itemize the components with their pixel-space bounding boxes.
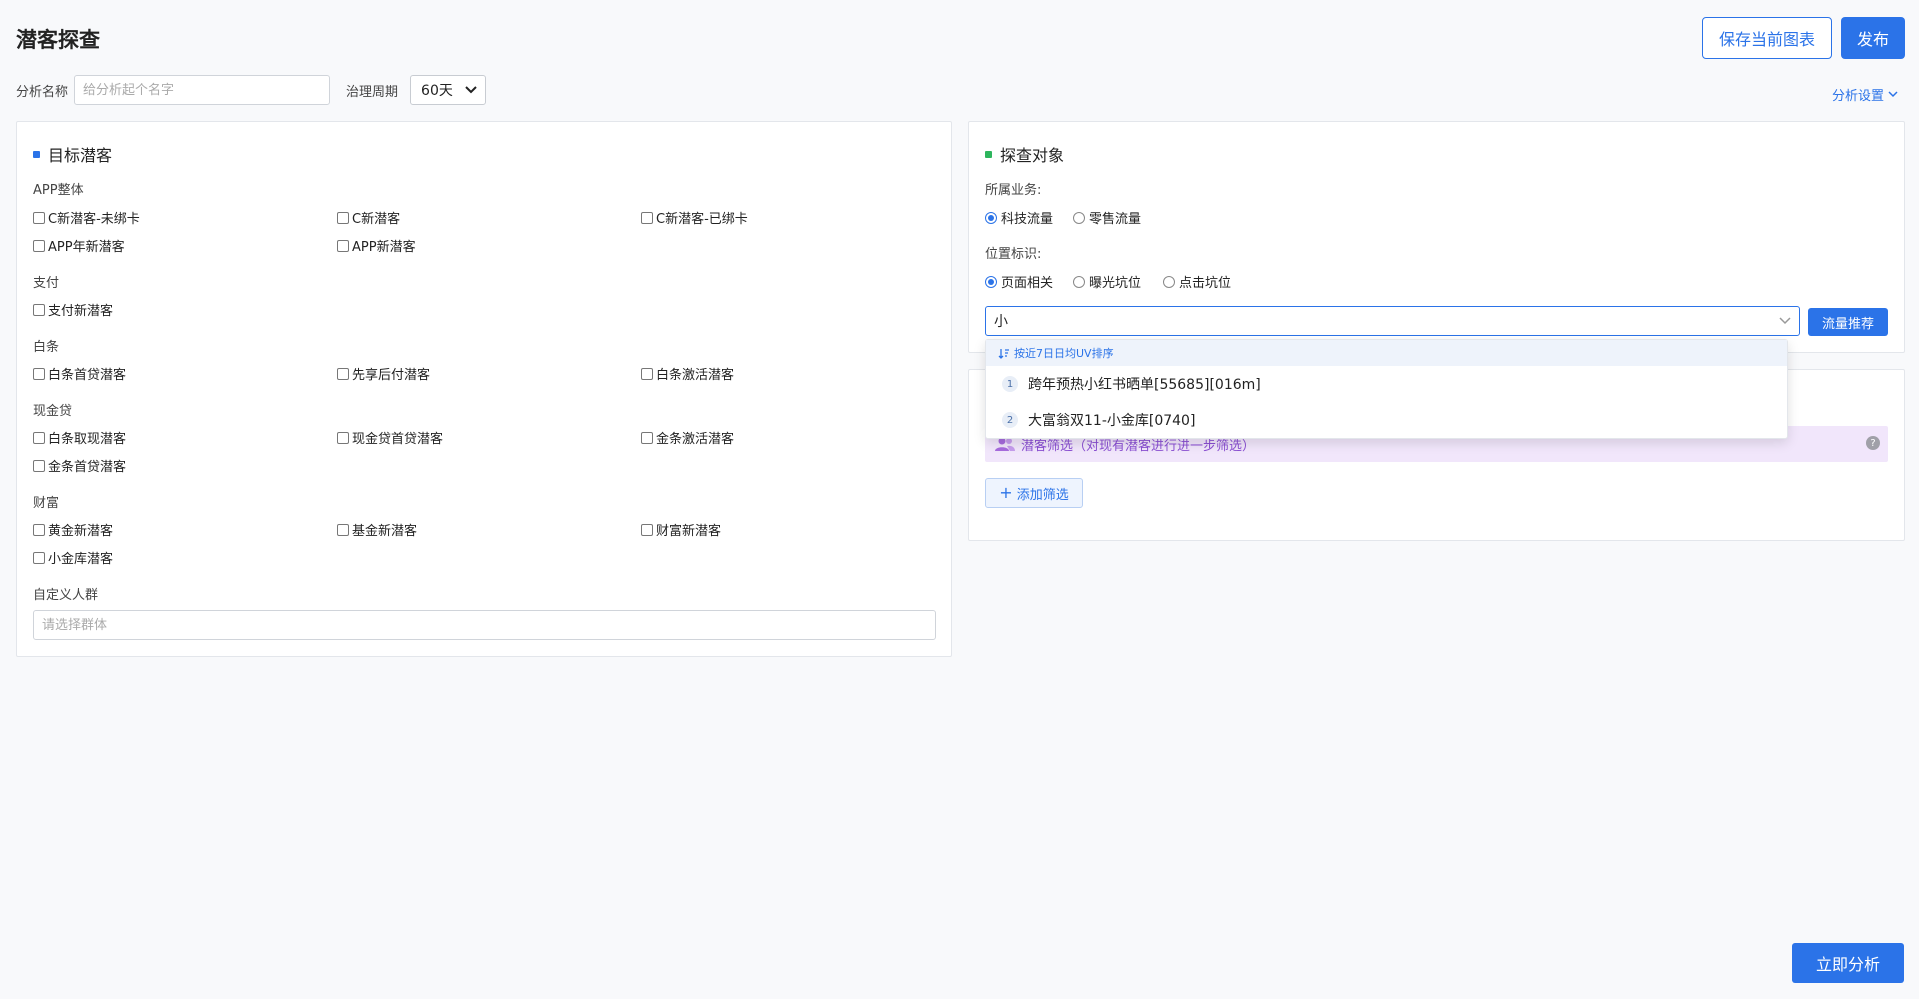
name-label: 分析名称 [16, 84, 69, 100]
square-bullet-icon [985, 150, 992, 158]
checkbox[interactable] [337, 239, 349, 252]
target-panel: 目标潜客 APP整体 C新潜客-未绑卡 C新潜客 C新潜客-已绑卡 APP年新潜… [16, 121, 952, 657]
option-index: 2 [1002, 412, 1018, 428]
checkbox[interactable] [33, 459, 45, 472]
checkbox-item[interactable]: 白条取现潜客 [33, 428, 126, 447]
checkbox-item[interactable]: C新潜客 [337, 208, 400, 227]
option-text: 大富翁双11-小金库[0740] [1028, 413, 1196, 429]
save-chart-button[interactable]: 保存当前图表 [1702, 17, 1832, 59]
group-label: APP整体 [33, 183, 84, 198]
checkbox-item[interactable]: 财富新潜客 [641, 520, 721, 539]
checkbox-item[interactable]: 支付新潜客 [33, 300, 113, 319]
checkbox[interactable] [33, 523, 45, 536]
checkbox[interactable] [33, 431, 45, 444]
custom-group-label: 自定义人群 [33, 588, 99, 603]
group-label: 财富 [33, 496, 60, 511]
checkbox[interactable] [33, 211, 45, 224]
checkbox[interactable] [337, 211, 349, 224]
checkbox-item[interactable]: 白条首贷潜客 [33, 364, 126, 383]
radio[interactable] [1073, 211, 1085, 224]
square-bullet-icon [33, 150, 40, 158]
help-icon[interactable]: ? [1866, 436, 1880, 450]
analyze-now-button[interactable]: 立即分析 [1792, 943, 1904, 983]
radio-retail-traffic[interactable]: 零售流量 [1073, 208, 1141, 227]
radio-exposure-slot[interactable]: 曝光坑位 [1073, 272, 1141, 291]
checkbox-item[interactable]: 基金新潜客 [337, 520, 417, 539]
checkbox[interactable] [33, 551, 45, 564]
radio[interactable] [1163, 275, 1175, 288]
publish-button[interactable]: 发布 [1841, 17, 1905, 59]
chevron-down-icon [465, 86, 477, 94]
dropdown-option[interactable]: 1 跨年预热小红书晒单[55685][016m] [986, 366, 1787, 402]
radio-tech-traffic[interactable]: 科技流量 [985, 208, 1053, 227]
group-label: 现金贷 [33, 404, 73, 419]
target-title-text: 目标潜客 [48, 146, 113, 165]
checkbox-item[interactable]: APP年新潜客 [33, 236, 125, 255]
checkbox[interactable] [337, 431, 349, 444]
sort-icon [998, 348, 1009, 359]
analysis-settings-link[interactable]: 分析设置 [1832, 85, 1898, 104]
checkbox-item[interactable]: C新潜客-已绑卡 [641, 208, 748, 227]
checkbox-item[interactable]: 小金库潜客 [33, 548, 113, 567]
radio[interactable] [985, 211, 997, 224]
radio[interactable] [985, 275, 997, 288]
group-label: 白条 [33, 340, 60, 355]
dropdown-option[interactable]: 2 大富翁双11-小金库[0740] [986, 402, 1787, 438]
dropdown-sort-header[interactable]: 按近7日日均UV排序 [986, 340, 1787, 366]
checkbox[interactable] [337, 367, 349, 380]
checkbox-item[interactable]: APP新潜客 [337, 236, 416, 255]
add-filter-button[interactable]: + 添加筛选 [985, 478, 1083, 508]
period-value: 60天 [421, 83, 453, 99]
business-label: 所属业务: [985, 183, 1042, 198]
group-label: 支付 [33, 276, 60, 291]
checkbox-item[interactable]: C新潜客-未绑卡 [33, 208, 140, 227]
settings-label: 分析设置 [1832, 89, 1885, 104]
checkbox-item[interactable]: 白条激活潜客 [641, 364, 734, 383]
traffic-search-value: 小 [994, 314, 1008, 330]
checkbox[interactable] [33, 239, 45, 252]
probe-title-text: 探查对象 [1000, 146, 1065, 165]
probe-panel-title: 探查对象 [985, 142, 1064, 166]
checkbox-item[interactable]: 金条首贷潜客 [33, 456, 126, 475]
checkbox-item[interactable]: 金条激活潜客 [641, 428, 734, 447]
checkbox[interactable] [33, 367, 45, 380]
add-filter-label: 添加筛选 [1016, 487, 1069, 503]
analysis-name-input[interactable] [74, 75, 331, 105]
analysis-form-row: 分析名称 治理周期 60天 [16, 75, 487, 105]
chevron-down-icon [1888, 91, 1898, 98]
option-text: 跨年预热小红书晒单[55685][016m] [1028, 377, 1261, 393]
radio-click-slot[interactable]: 点击坑位 [1163, 272, 1231, 291]
chevron-down-icon [1779, 317, 1791, 325]
checkbox-item[interactable]: 现金贷首贷潜客 [337, 428, 443, 447]
traffic-search-input[interactable]: 小 [985, 306, 1800, 336]
target-panel-title: 目标潜客 [33, 142, 112, 166]
checkbox-item[interactable]: 先享后付潜客 [337, 364, 430, 383]
plus-icon: + [999, 483, 1013, 502]
period-select[interactable]: 60天 [410, 75, 487, 105]
position-label: 位置标识: [985, 247, 1042, 262]
traffic-dropdown: 按近7日日均UV排序 1 跨年预热小红书晒单[55685][016m] 2 大富… [985, 339, 1788, 439]
checkbox[interactable] [641, 211, 653, 224]
checkbox-item[interactable]: 黄金新潜客 [33, 520, 113, 539]
radio[interactable] [1073, 275, 1085, 288]
sort-label: 按近7日日均UV排序 [1014, 347, 1114, 360]
checkbox[interactable] [337, 523, 349, 536]
probe-panel: 探查对象 所属业务: 科技流量 零售流量 位置标识: 页面相关 曝光坑位 点击坑… [968, 121, 1905, 353]
page-title: 潜客探查 [16, 28, 100, 52]
checkbox[interactable] [33, 303, 45, 316]
traffic-recommend-button[interactable]: 流量推荐 [1808, 308, 1888, 336]
period-label: 治理周期 [346, 84, 399, 100]
custom-group-input[interactable] [33, 610, 936, 640]
option-index: 1 [1002, 376, 1018, 392]
radio-page-related[interactable]: 页面相关 [985, 272, 1053, 291]
checkbox[interactable] [641, 431, 653, 444]
checkbox[interactable] [641, 523, 653, 536]
checkbox[interactable] [641, 367, 653, 380]
